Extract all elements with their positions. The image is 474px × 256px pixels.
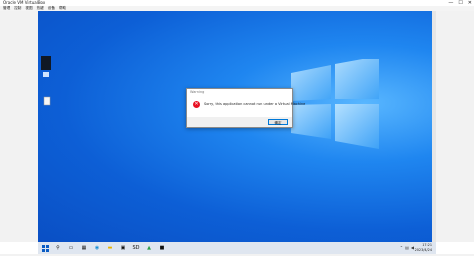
edge-icon[interactable]: ◉: [92, 243, 102, 253]
store-icon[interactable]: ▣: [118, 243, 128, 253]
start-icon[interactable]: [40, 243, 50, 253]
volume-icon[interactable]: ◀: [411, 245, 414, 250]
system-tray: ⌃ ▤ ◀: [400, 245, 414, 250]
host-margin-right: [436, 11, 474, 242]
widgets-icon[interactable]: ▦: [79, 243, 89, 253]
dialog-footer: 确定: [187, 117, 292, 127]
error-icon: ✕: [193, 101, 200, 108]
warning-dialog: Warning ✕ Sorry, this application cannot…: [186, 88, 305, 128]
sd-app-icon[interactable]: SD: [131, 243, 141, 253]
chevron-up-icon[interactable]: ⌃: [400, 245, 403, 250]
dialog-message: Sorry, this application cannot run under…: [204, 102, 306, 106]
taskbar: ⚲ ▭ ▦ ◉ ▬ ▣ SD ▲ ■ ⌃ ▤ ◀ 17:21 2023/4/24: [38, 242, 436, 254]
ok-button[interactable]: 确定: [268, 119, 288, 125]
terminal-icon[interactable]: ■: [157, 243, 167, 253]
app-icon[interactable]: ▲: [144, 243, 154, 253]
clock[interactable]: 17:21 2023/4/24: [415, 243, 432, 252]
dialog-title: Warning: [190, 90, 205, 94]
vm-scrollbar[interactable]: [432, 11, 436, 242]
host-margin-left: [0, 11, 38, 242]
search-icon[interactable]: ⚲: [53, 243, 63, 253]
task-view-icon[interactable]: ▭: [66, 243, 76, 253]
vm-desktop[interactable]: Warning ✕ Sorry, this application cannot…: [38, 11, 436, 242]
desktop-file-icon[interactable]: [43, 96, 51, 106]
file-explorer-icon[interactable]: ▬: [105, 243, 115, 253]
recycle-bin-icon[interactable]: [40, 54, 52, 78]
clock-date: 2023/4/24: [414, 247, 432, 252]
network-icon[interactable]: ▤: [405, 245, 409, 250]
